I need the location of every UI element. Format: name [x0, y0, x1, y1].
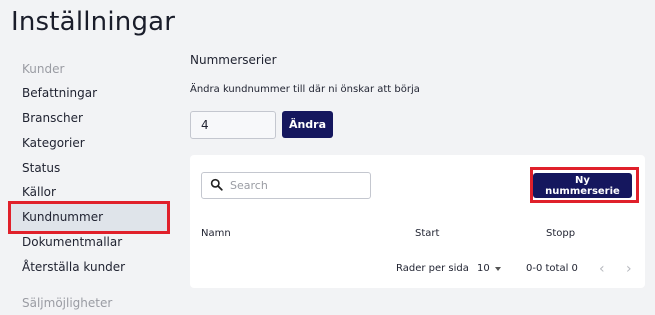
sidebar-item-aterstalla-kunder[interactable]: Återställa kunder: [9, 253, 169, 282]
new-number-series-button[interactable]: Ny nummerserie: [533, 173, 632, 198]
sidebar-section-customers: Kunder: [22, 62, 65, 76]
settings-page: Inställningar Kunder Befattningar Bransc…: [0, 0, 655, 315]
search-icon: [210, 176, 223, 195]
chevron-down-icon: [494, 266, 501, 271]
rows-per-page-label: Rader per sida: [396, 263, 469, 274]
column-header-name[interactable]: Namn: [201, 228, 231, 239]
previous-page-icon[interactable]: ‹: [599, 261, 605, 277]
section-title: Nummerserier: [190, 53, 277, 67]
rows-per-page-select[interactable]: 10: [477, 263, 501, 274]
search-input[interactable]: [230, 179, 370, 192]
apply-button[interactable]: Ändra: [282, 111, 333, 138]
rows-per-page-value: 10: [477, 263, 490, 274]
column-header-stop[interactable]: Stopp: [546, 228, 575, 239]
section-description: Ändra kundnummer till där ni önskar att …: [190, 84, 420, 95]
column-header-start[interactable]: Start: [415, 228, 439, 239]
page-title: Inställningar: [11, 7, 176, 37]
number-series-card: Ny nummerserie Namn Start Stopp Rader pe…: [190, 155, 645, 288]
customer-number-input[interactable]: [190, 111, 276, 139]
search-field[interactable]: [201, 172, 371, 199]
next-page-icon[interactable]: ›: [626, 261, 632, 277]
pagination-range: 0-0 total 0: [526, 263, 578, 274]
sidebar-section-opportunities: Säljmöjligheter: [22, 296, 113, 310]
